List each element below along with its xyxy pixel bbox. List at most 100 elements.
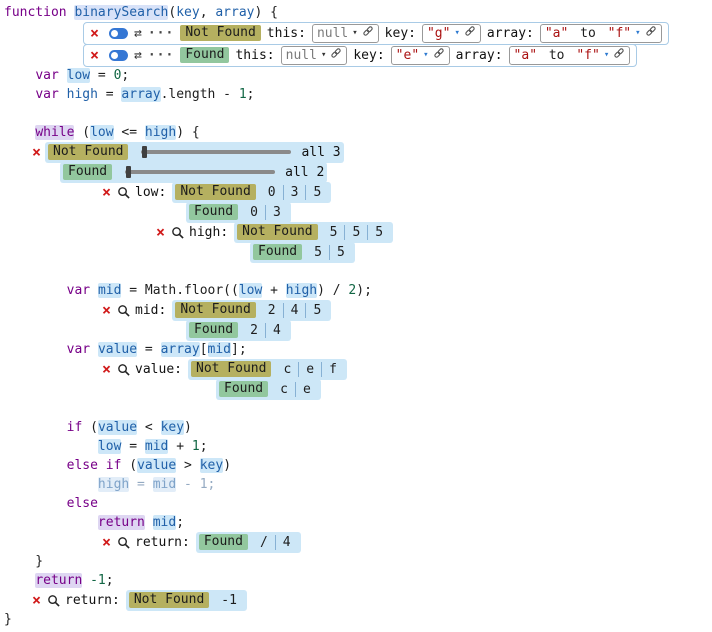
probe-values: Found/4 xyxy=(196,532,301,553)
code-token: ; xyxy=(200,439,208,454)
loop-iteration-row: Foundall 2 xyxy=(60,162,712,182)
array-dropdown[interactable]: "a" to "f"▾ xyxy=(509,46,631,65)
remove-example-button[interactable]: × xyxy=(90,26,99,41)
remove-probe-button[interactable]: × xyxy=(32,593,41,608)
chevron-down-icon: ▾ xyxy=(352,28,357,38)
code-token: <= xyxy=(114,125,145,140)
magnifier-icon[interactable] xyxy=(117,304,130,317)
remove-probe-button[interactable]: × xyxy=(102,303,111,318)
probe-value: 5 xyxy=(305,303,328,318)
code-line: } xyxy=(4,552,712,571)
more-options-button[interactable]: ··· xyxy=(148,49,174,62)
code-token xyxy=(4,477,98,492)
more-options-button[interactable]: ··· xyxy=(148,27,174,40)
example-badge: Not Found xyxy=(191,361,271,377)
code-token: [ xyxy=(200,342,208,357)
code-token: = xyxy=(90,68,113,83)
probe-label: high: xyxy=(189,225,228,240)
array-dropdown[interactable]: "a" to "f"▾ xyxy=(540,24,662,43)
example-name-badge[interactable]: Found xyxy=(180,47,229,63)
magnifier-icon[interactable] xyxy=(117,363,130,376)
probe-value: 3 xyxy=(265,205,288,220)
code-token: high xyxy=(98,477,129,492)
example-badge: Not Found xyxy=(175,184,255,200)
example-badge: Found xyxy=(63,164,112,180)
probe-row: ×high:Not Found555 xyxy=(156,222,712,242)
probe-values: Found55 xyxy=(250,242,355,263)
probe-label: mid: xyxy=(135,303,166,318)
example-toggle[interactable] xyxy=(109,50,128,61)
code-token: ; xyxy=(106,573,114,588)
remove-probe-button[interactable]: × xyxy=(102,535,111,550)
magnifier-icon[interactable] xyxy=(171,226,184,239)
code-token: ; xyxy=(121,68,129,83)
link-icon[interactable] xyxy=(362,25,374,41)
magnifier-icon[interactable] xyxy=(117,186,130,199)
example-badge: Found xyxy=(199,534,248,550)
link-icon[interactable] xyxy=(464,25,476,41)
magnifier-icon[interactable] xyxy=(47,594,60,607)
example-toggle[interactable] xyxy=(109,28,128,39)
code-token xyxy=(4,573,35,588)
code-token: mid xyxy=(98,283,121,298)
example-name-badge[interactable]: Not Found xyxy=(180,25,260,41)
code-line: var low = 0; xyxy=(4,66,712,85)
example-row: ×⇄···Foundthis:null▾key:"e"▾array:"a" to… xyxy=(83,44,712,66)
dropdown-value: to xyxy=(541,48,572,63)
remove-loop-probe-button[interactable]: × xyxy=(32,145,41,160)
example-badge: Not Found xyxy=(129,592,209,608)
trace-arrows-icon[interactable]: ⇄ xyxy=(134,49,142,62)
code-token: = xyxy=(129,477,152,492)
probe-value: 5 xyxy=(344,225,367,240)
code-token: if xyxy=(106,458,122,473)
code-token: ( xyxy=(82,420,98,435)
slider-thumb[interactable] xyxy=(142,146,147,158)
link-icon[interactable] xyxy=(613,47,625,63)
probe-values: Not Found245 xyxy=(172,300,331,321)
probe-value: 5 xyxy=(307,245,329,260)
code-token xyxy=(90,342,98,357)
iteration-slider[interactable] xyxy=(141,150,291,154)
slider-thumb[interactable] xyxy=(126,166,131,178)
remove-example-button[interactable]: × xyxy=(90,48,99,63)
magnifier-icon[interactable] xyxy=(117,536,130,549)
code-line: else xyxy=(4,494,712,513)
link-icon[interactable] xyxy=(645,25,657,41)
link-icon[interactable] xyxy=(433,47,445,63)
code-token: .length - xyxy=(161,87,239,102)
code-token: high xyxy=(286,283,317,298)
probe-value: 5 xyxy=(323,225,345,240)
remove-probe-button[interactable]: × xyxy=(102,185,111,200)
remove-probe-button[interactable]: × xyxy=(102,362,111,377)
this-dropdown[interactable]: null▾ xyxy=(312,24,379,43)
probe-value: c xyxy=(273,382,295,397)
code-token: ; xyxy=(176,515,184,530)
code-token: > xyxy=(176,458,199,473)
code-token xyxy=(4,68,35,83)
this-dropdown[interactable]: null▾ xyxy=(281,46,348,65)
code-token: -1 xyxy=(90,573,106,588)
iteration-slider[interactable] xyxy=(125,170,275,174)
code-token: mid xyxy=(208,342,231,357)
link-icon[interactable] xyxy=(330,47,342,63)
probe-row: ×low:Not Found035 xyxy=(102,182,712,202)
chevron-down-icon: ▾ xyxy=(635,28,640,38)
editor: function binarySearch(key, array) { × ⇄ ···… xyxy=(0,0,712,632)
code-line: var mid = Math.floor((low + high) / 2); xyxy=(4,281,712,300)
dropdown-value: "f" xyxy=(608,26,631,41)
slider-label: all 3 xyxy=(301,145,340,160)
code-token: else xyxy=(67,496,98,511)
code-line: function binarySearch(key, array) { xyxy=(4,3,712,22)
key-dropdown[interactable]: "e"▾ xyxy=(391,46,450,65)
code-token: ) xyxy=(184,420,192,435)
code-token xyxy=(4,342,67,357)
blank-line xyxy=(4,399,712,418)
trace-arrows-icon[interactable]: ⇄ xyxy=(134,27,142,40)
remove-probe-button[interactable]: × xyxy=(156,225,165,240)
probe-label: value: xyxy=(135,362,182,377)
key-dropdown[interactable]: "g"▾ xyxy=(422,24,481,43)
code-token xyxy=(4,439,98,454)
code-token: ); xyxy=(356,283,372,298)
code-token: else xyxy=(67,458,98,473)
loop-box: Not Foundall 3 xyxy=(45,142,344,163)
